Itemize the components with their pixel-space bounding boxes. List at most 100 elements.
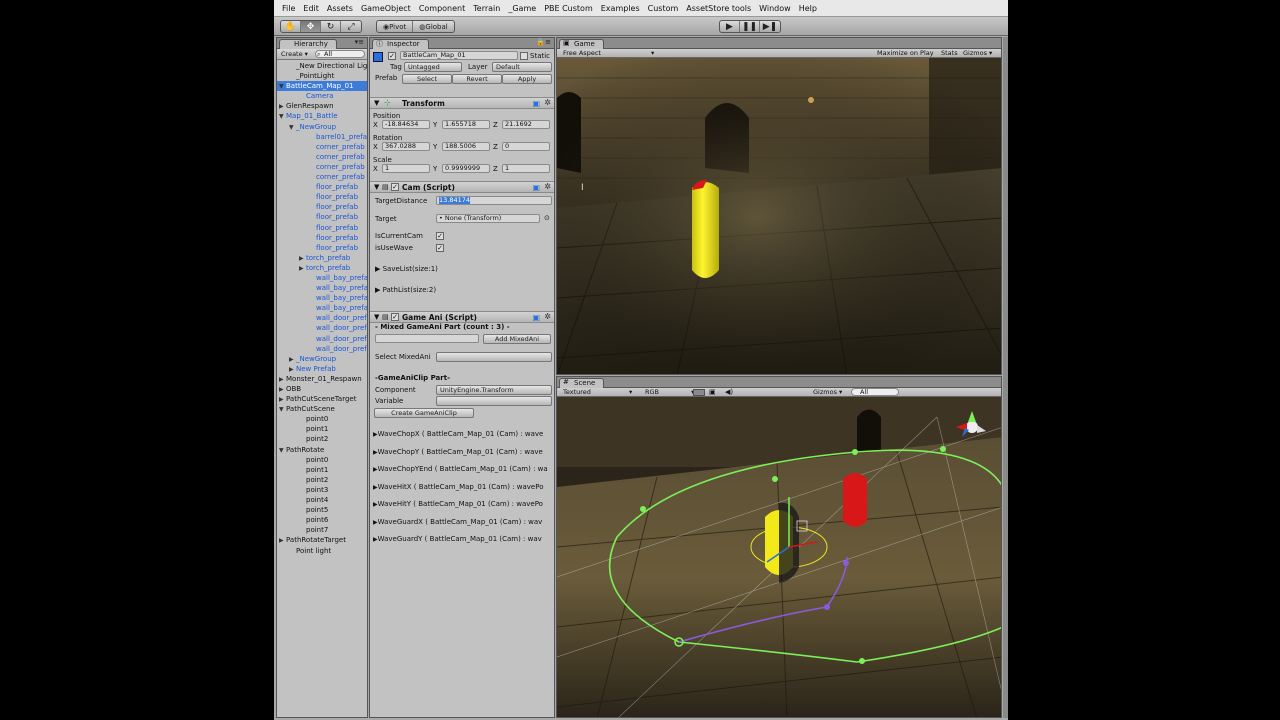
path-list-foldout[interactable]: ▶ PathList(size:2) [375,286,436,294]
hierarchy-item[interactable]: point1 [277,465,367,475]
gear-icon[interactable]: ✲ [544,182,551,191]
menu-item[interactable]: AssetStore tools [682,4,755,13]
hierarchy-item[interactable]: ▶ torch_prefab [277,263,367,273]
audio-toggle-icon[interactable]: ◀) [725,388,733,397]
panel-menu-icon[interactable]: ▾≡ [355,38,364,46]
hierarchy-item[interactable]: point6 [277,515,367,525]
hierarchy-item[interactable]: corner_prefab [277,162,367,172]
stats-toggle[interactable]: Stats [941,49,958,58]
hierarchy-item[interactable]: floor_prefab [277,223,367,233]
is-current-cam-checkbox[interactable]: ✓ [436,232,444,240]
hierarchy-item[interactable]: corner_prefab [277,142,367,152]
hierarchy-item[interactable]: ▶ _NewGroup [277,354,367,364]
rotate-tool-icon[interactable]: ↻ [321,21,341,32]
hierarchy-item[interactable]: wall_door_prefab [277,313,367,323]
pause-button[interactable]: ❚❚ [740,21,760,32]
cam-script-header[interactable]: ▼ ▤ ✓ Cam (Script) ▣ ✲ [370,181,554,193]
gear-icon[interactable]: ✲ [544,312,551,321]
move-tool-icon[interactable]: ✥ [301,21,321,32]
gameaniclip-foldout[interactable]: ▶WaveHitX ( BattleCam_Map_01 (Cam) : wav… [373,483,544,491]
hierarchy-item[interactable]: Point light [277,546,367,556]
gear-icon[interactable]: ✲ [544,98,551,107]
aspect-dropdown[interactable]: Free Aspect ▾ [563,49,654,58]
hierarchy-item[interactable]: barrel01_prefab [277,132,367,142]
layer-dropdown[interactable]: Default [492,62,552,72]
hierarchy-item[interactable]: point2 [277,475,367,485]
position-x-field[interactable]: -18.84634 [382,120,430,129]
foldout-arrow-icon[interactable]: ▼ [374,183,379,191]
game-viewport[interactable]: I [557,58,1002,375]
hierarchy-item[interactable]: floor_prefab [277,243,367,253]
hierarchy-item[interactable]: point7 [277,525,367,535]
menu-item[interactable]: Edit [299,4,323,13]
menu-item[interactable]: File [278,4,299,13]
scale-tool-icon[interactable]: ⤢ [341,21,361,32]
hierarchy-item[interactable]: ▼ Map_01_Battle [277,111,367,121]
rotation-x-field[interactable]: 367.0288 [382,142,430,151]
hierarchy-item[interactable]: wall_bay_prefab [277,273,367,283]
gameaniclip-foldout[interactable]: ▶WaveGuardX ( BattleCam_Map_01 (Cam) : w… [373,518,542,526]
hierarchy-item[interactable]: ▶ New Prefab [277,364,367,374]
select-mixed-dropdown[interactable] [436,352,552,362]
hierarchy-item[interactable]: point3 [277,485,367,495]
hierarchy-item[interactable]: point0 [277,414,367,424]
transform-header[interactable]: ▼ ⊹ Transform ▣ ✲ [370,97,554,109]
create-dropdown[interactable]: Create ▾ [281,50,308,58]
active-checkbox[interactable]: ✓ [388,52,396,60]
hierarchy-item[interactable]: wall_bay_prefab [277,293,367,303]
hierarchy-item[interactable]: floor_prefab [277,212,367,222]
foldout-arrow-icon[interactable]: ▼ [374,99,379,107]
menu-item[interactable]: Assets [323,4,357,13]
is-use-wave-checkbox[interactable]: ✓ [436,244,444,252]
menu-item[interactable]: Examples [597,4,644,13]
hierarchy-item[interactable]: wall_bay_prefab [277,283,367,293]
hierarchy-item[interactable]: point5 [277,505,367,515]
rotation-y-field[interactable]: 188.5006 [442,142,490,151]
menu-item[interactable]: Help [795,4,821,13]
scene-search-input[interactable]: All [851,388,899,396]
gameaniclip-foldout[interactable]: ▶WaveChopX ( BattleCam_Map_01 (Cam) : wa… [373,430,543,438]
hierarchy-item[interactable]: floor_prefab [277,233,367,243]
render-mode-dropdown[interactable]: Textured ▾ [563,388,632,397]
target-distance-field[interactable]: 13.84174 [436,196,552,205]
maximize-on-play-toggle[interactable]: Maximize on Play [877,49,934,58]
help-icon[interactable]: ▣ [532,313,540,322]
hierarchy-item[interactable]: _PointLight [277,71,367,81]
play-button[interactable]: ▶ [720,21,740,32]
hierarchy-item[interactable]: ▶ PathRotateTarget [277,535,367,545]
game-ani-header[interactable]: ▼ ▤ ✓ Game Ani (Script) ▣ ✲ [370,311,554,323]
scene-viewport[interactable] [557,397,1002,718]
hierarchy-item[interactable]: _New Directional Light [277,61,367,71]
color-mode-dropdown[interactable]: RGB ▾ [645,388,694,397]
scene-red-capsule[interactable] [843,473,867,527]
hierarchy-item[interactable]: point2 [277,434,367,444]
hierarchy-item[interactable]: ▶ Monster_01_Respawn [277,374,367,384]
menu-item[interactable]: GameObject [357,4,415,13]
position-z-field[interactable]: 21.1692 [502,120,550,129]
hierarchy-item[interactable]: ▶ OBB [277,384,367,394]
hierarchy-item[interactable]: corner_prefab [277,152,367,162]
gameaniclip-foldout[interactable]: ▶WaveChopYEnd ( BattleCam_Map_01 (Cam) :… [373,465,548,473]
lock-icon[interactable]: 🔒≡ [536,38,551,46]
hierarchy-item[interactable]: ▼ PathCutScene [277,404,367,414]
prefab-select-button[interactable]: Select [402,74,452,84]
help-icon[interactable]: ▣ [532,183,540,192]
menu-item[interactable]: Component [415,4,469,13]
hierarchy-item[interactable]: ▼ _NewGroup [277,122,367,132]
position-y-field[interactable]: 1.655718 [442,120,490,129]
menu-item[interactable]: Custom [644,4,683,13]
hierarchy-item[interactable]: point4 [277,495,367,505]
game-ani-enabled-checkbox[interactable]: ✓ [391,313,399,321]
hierarchy-item[interactable]: floor_prefab [277,192,367,202]
add-mixed-ani-button[interactable]: Add MixedAni [483,334,551,344]
hierarchy-item[interactable]: ▶ torch_prefab [277,253,367,263]
menu-item[interactable]: PBE Custom [540,4,597,13]
tag-dropdown[interactable]: Untagged [404,62,462,72]
mixed-ani-name-field[interactable] [375,334,479,343]
global-button[interactable]: ◍ Global [413,21,453,32]
rotation-z-field[interactable]: 0 [502,142,550,151]
save-list-foldout[interactable]: ▶ SaveList(size:1) [375,265,438,273]
pivot-button[interactable]: ◉ Pivot [377,21,414,32]
foldout-arrow-icon[interactable]: ▼ [374,313,379,321]
hand-tool-icon[interactable]: ✋ [281,21,301,32]
